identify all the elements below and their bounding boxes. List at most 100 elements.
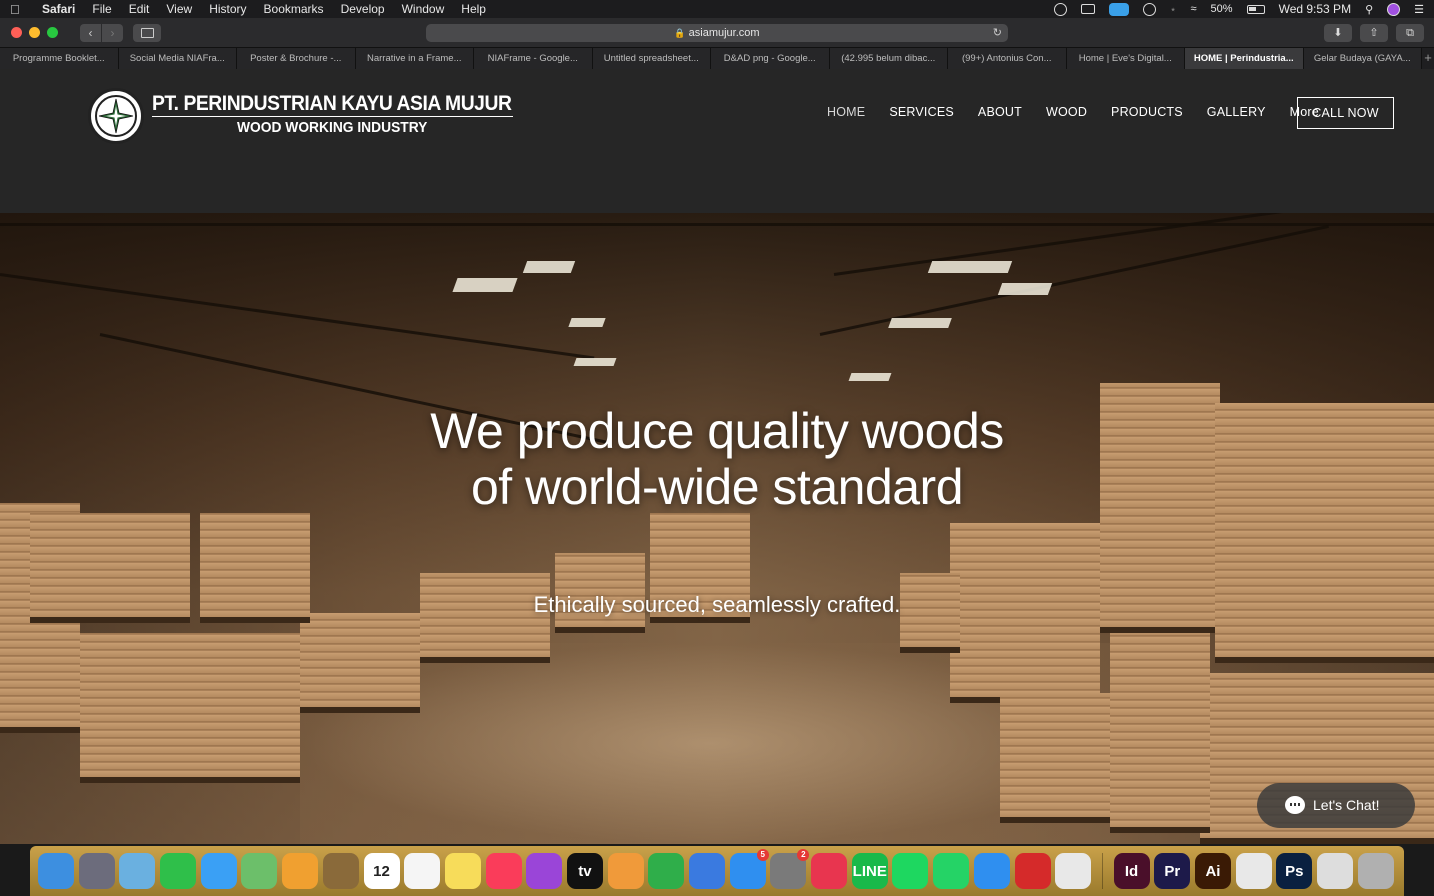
menu-bookmarks[interactable]: Bookmarks	[264, 2, 324, 16]
maps-icon[interactable]	[241, 853, 278, 889]
reload-icon[interactable]: ↻	[993, 24, 1002, 42]
share-button[interactable]: ⇧	[1360, 24, 1388, 42]
browser-tab[interactable]: Programme Booklet...	[0, 48, 119, 69]
downloads-button[interactable]: ⬇	[1324, 24, 1352, 42]
menu-view[interactable]: View	[166, 2, 192, 16]
documents-icon[interactable]	[1317, 853, 1353, 889]
browser-tab[interactable]: Home | Eve's Digital...	[1066, 48, 1185, 69]
notification-badge: 2	[797, 849, 810, 861]
creative-cloud-status-icon[interactable]	[1053, 2, 1067, 16]
chrome-icon[interactable]	[1235, 853, 1272, 889]
browser-tab[interactable]: Poster & Brochure -...	[237, 48, 356, 69]
tab-bar: Programme Booklet... Social Media NIAFra…	[0, 48, 1434, 69]
trash-icon[interactable]	[1357, 853, 1394, 889]
indesign-icon[interactable]: Id	[1113, 853, 1150, 889]
display-icon[interactable]	[1080, 4, 1095, 14]
chat-bubble-icon	[1285, 796, 1305, 814]
browser-tab[interactable]: Social Media NIAFra...	[118, 48, 237, 69]
notebook-icon[interactable]	[322, 853, 359, 889]
calendar-icon[interactable]: 12	[363, 853, 400, 889]
pages-icon[interactable]	[607, 853, 644, 889]
skylight	[452, 278, 518, 292]
illustrator-icon[interactable]: Ai	[1194, 853, 1231, 889]
nav-gallery[interactable]: GALLERY	[1207, 105, 1266, 119]
browser-tab[interactable]: (42.995 belum dibac...	[829, 48, 948, 69]
browser-tab[interactable]: Gelar Budaya (GAYA...	[1303, 48, 1422, 69]
menu-app-name[interactable]: Safari	[42, 2, 75, 16]
clock[interactable]: Wed 9:53 PM	[1279, 2, 1351, 16]
acrobat-icon[interactable]	[1014, 853, 1051, 889]
photos-icon[interactable]	[282, 853, 319, 889]
menu-develop[interactable]: Develop	[341, 2, 385, 16]
menu-help[interactable]: Help	[461, 2, 486, 16]
finder-icon[interactable]	[38, 853, 74, 889]
podcasts-icon[interactable]	[526, 853, 563, 889]
spotlight-icon[interactable]: ⚲	[1365, 3, 1373, 16]
appstore-icon[interactable]: 5	[729, 849, 769, 889]
nav-about[interactable]: ABOUT	[978, 105, 1022, 119]
sidebar-toggle-button[interactable]	[133, 23, 161, 42]
facetime-icon[interactable]	[160, 853, 197, 889]
lets-chat-button[interactable]: Let's Chat!	[1257, 783, 1415, 828]
forward-button[interactable]: ›	[102, 23, 123, 42]
spotify-icon[interactable]	[892, 853, 929, 889]
hero-subtitle: Ethically sourced, seamlessly crafted.	[533, 592, 901, 617]
preview-icon[interactable]	[119, 853, 156, 889]
hero-title-line-1: We produce quality woods	[430, 403, 1004, 459]
reminders-icon[interactable]	[404, 853, 441, 889]
wifi-icon[interactable]: ≈	[1191, 3, 1197, 15]
skylight	[848, 373, 892, 381]
music-icon[interactable]	[485, 853, 522, 889]
system-preferences-icon[interactable]: 2	[770, 849, 810, 889]
line-icon[interactable]: LINE	[851, 853, 888, 889]
minimize-window-button[interactable]	[29, 27, 40, 38]
battery-icon[interactable]	[1246, 4, 1265, 14]
textedit-icon[interactable]	[1055, 853, 1092, 889]
browser-tab-active[interactable]: HOME | Perindustria...	[1185, 48, 1304, 69]
menu-file[interactable]: File	[92, 2, 111, 16]
browser-tab[interactable]: Narrative in a Frame...	[355, 48, 474, 69]
creative-cloud-icon[interactable]	[811, 853, 848, 889]
keynote-icon[interactable]	[689, 853, 725, 889]
history-nav: ‹ ›	[80, 23, 123, 42]
siri-icon[interactable]	[1387, 2, 1401, 16]
tab-overview-button[interactable]: ⧉	[1396, 24, 1424, 42]
browser-tab[interactable]: (99+) Antonius Con...	[948, 48, 1067, 69]
browser-tab[interactable]: D&AD png - Google...	[711, 48, 830, 69]
call-now-button[interactable]: CALL NOW	[1297, 97, 1394, 129]
new-tab-button[interactable]: +	[1422, 48, 1434, 69]
site-header: PT. PERINDUSTRIAN KAYU ASIA MUJUR WOOD W…	[0, 69, 1434, 213]
tabs-icon: ⧉	[1406, 27, 1414, 39]
nav-wood[interactable]: WOOD	[1046, 105, 1087, 119]
nav-services[interactable]: SERVICES	[889, 105, 954, 119]
browser-tab[interactable]: Untitled spreadsheet...	[592, 48, 711, 69]
premiere-icon[interactable]: Pr	[1154, 853, 1191, 889]
app-status-icon[interactable]	[1108, 2, 1129, 16]
menu-edit[interactable]: Edit	[129, 2, 150, 16]
messages-icon[interactable]	[200, 853, 237, 889]
notification-badge: 5	[756, 849, 769, 861]
zoom-window-button[interactable]	[47, 27, 58, 38]
close-window-button[interactable]	[11, 27, 22, 38]
nav-products[interactable]: PRODUCTS	[1111, 105, 1183, 119]
time-machine-icon[interactable]	[1142, 2, 1156, 16]
photoshop-icon[interactable]: Ps	[1276, 853, 1313, 889]
safari-icon[interactable]	[973, 853, 1010, 889]
control-center-icon[interactable]: ☰	[1414, 3, 1424, 16]
numbers-icon[interactable]	[648, 853, 685, 889]
launchpad-icon[interactable]	[78, 853, 115, 889]
macos-dock: 12 tv 5 2 LINE Id Pr Ai Ps	[30, 846, 1404, 896]
browser-tab[interactable]: NIAFrame - Google...	[474, 48, 593, 69]
apple-menu-icon[interactable]: 	[10, 2, 24, 17]
menu-history[interactable]: History	[209, 2, 246, 16]
nav-home[interactable]: HOME	[827, 105, 865, 119]
notes-icon[interactable]	[444, 853, 481, 889]
whatsapp-icon[interactable]	[933, 853, 970, 889]
company-logo[interactable]	[88, 88, 144, 144]
back-button[interactable]: ‹	[80, 23, 101, 42]
appletv-icon[interactable]: tv	[566, 853, 603, 889]
bluetooth-icon[interactable]: ⋆	[1170, 3, 1177, 16]
menu-window[interactable]: Window	[402, 2, 445, 16]
address-bar[interactable]: 🔒 asiamujur.com ↻	[426, 24, 1008, 42]
compass-star-icon	[98, 98, 134, 134]
